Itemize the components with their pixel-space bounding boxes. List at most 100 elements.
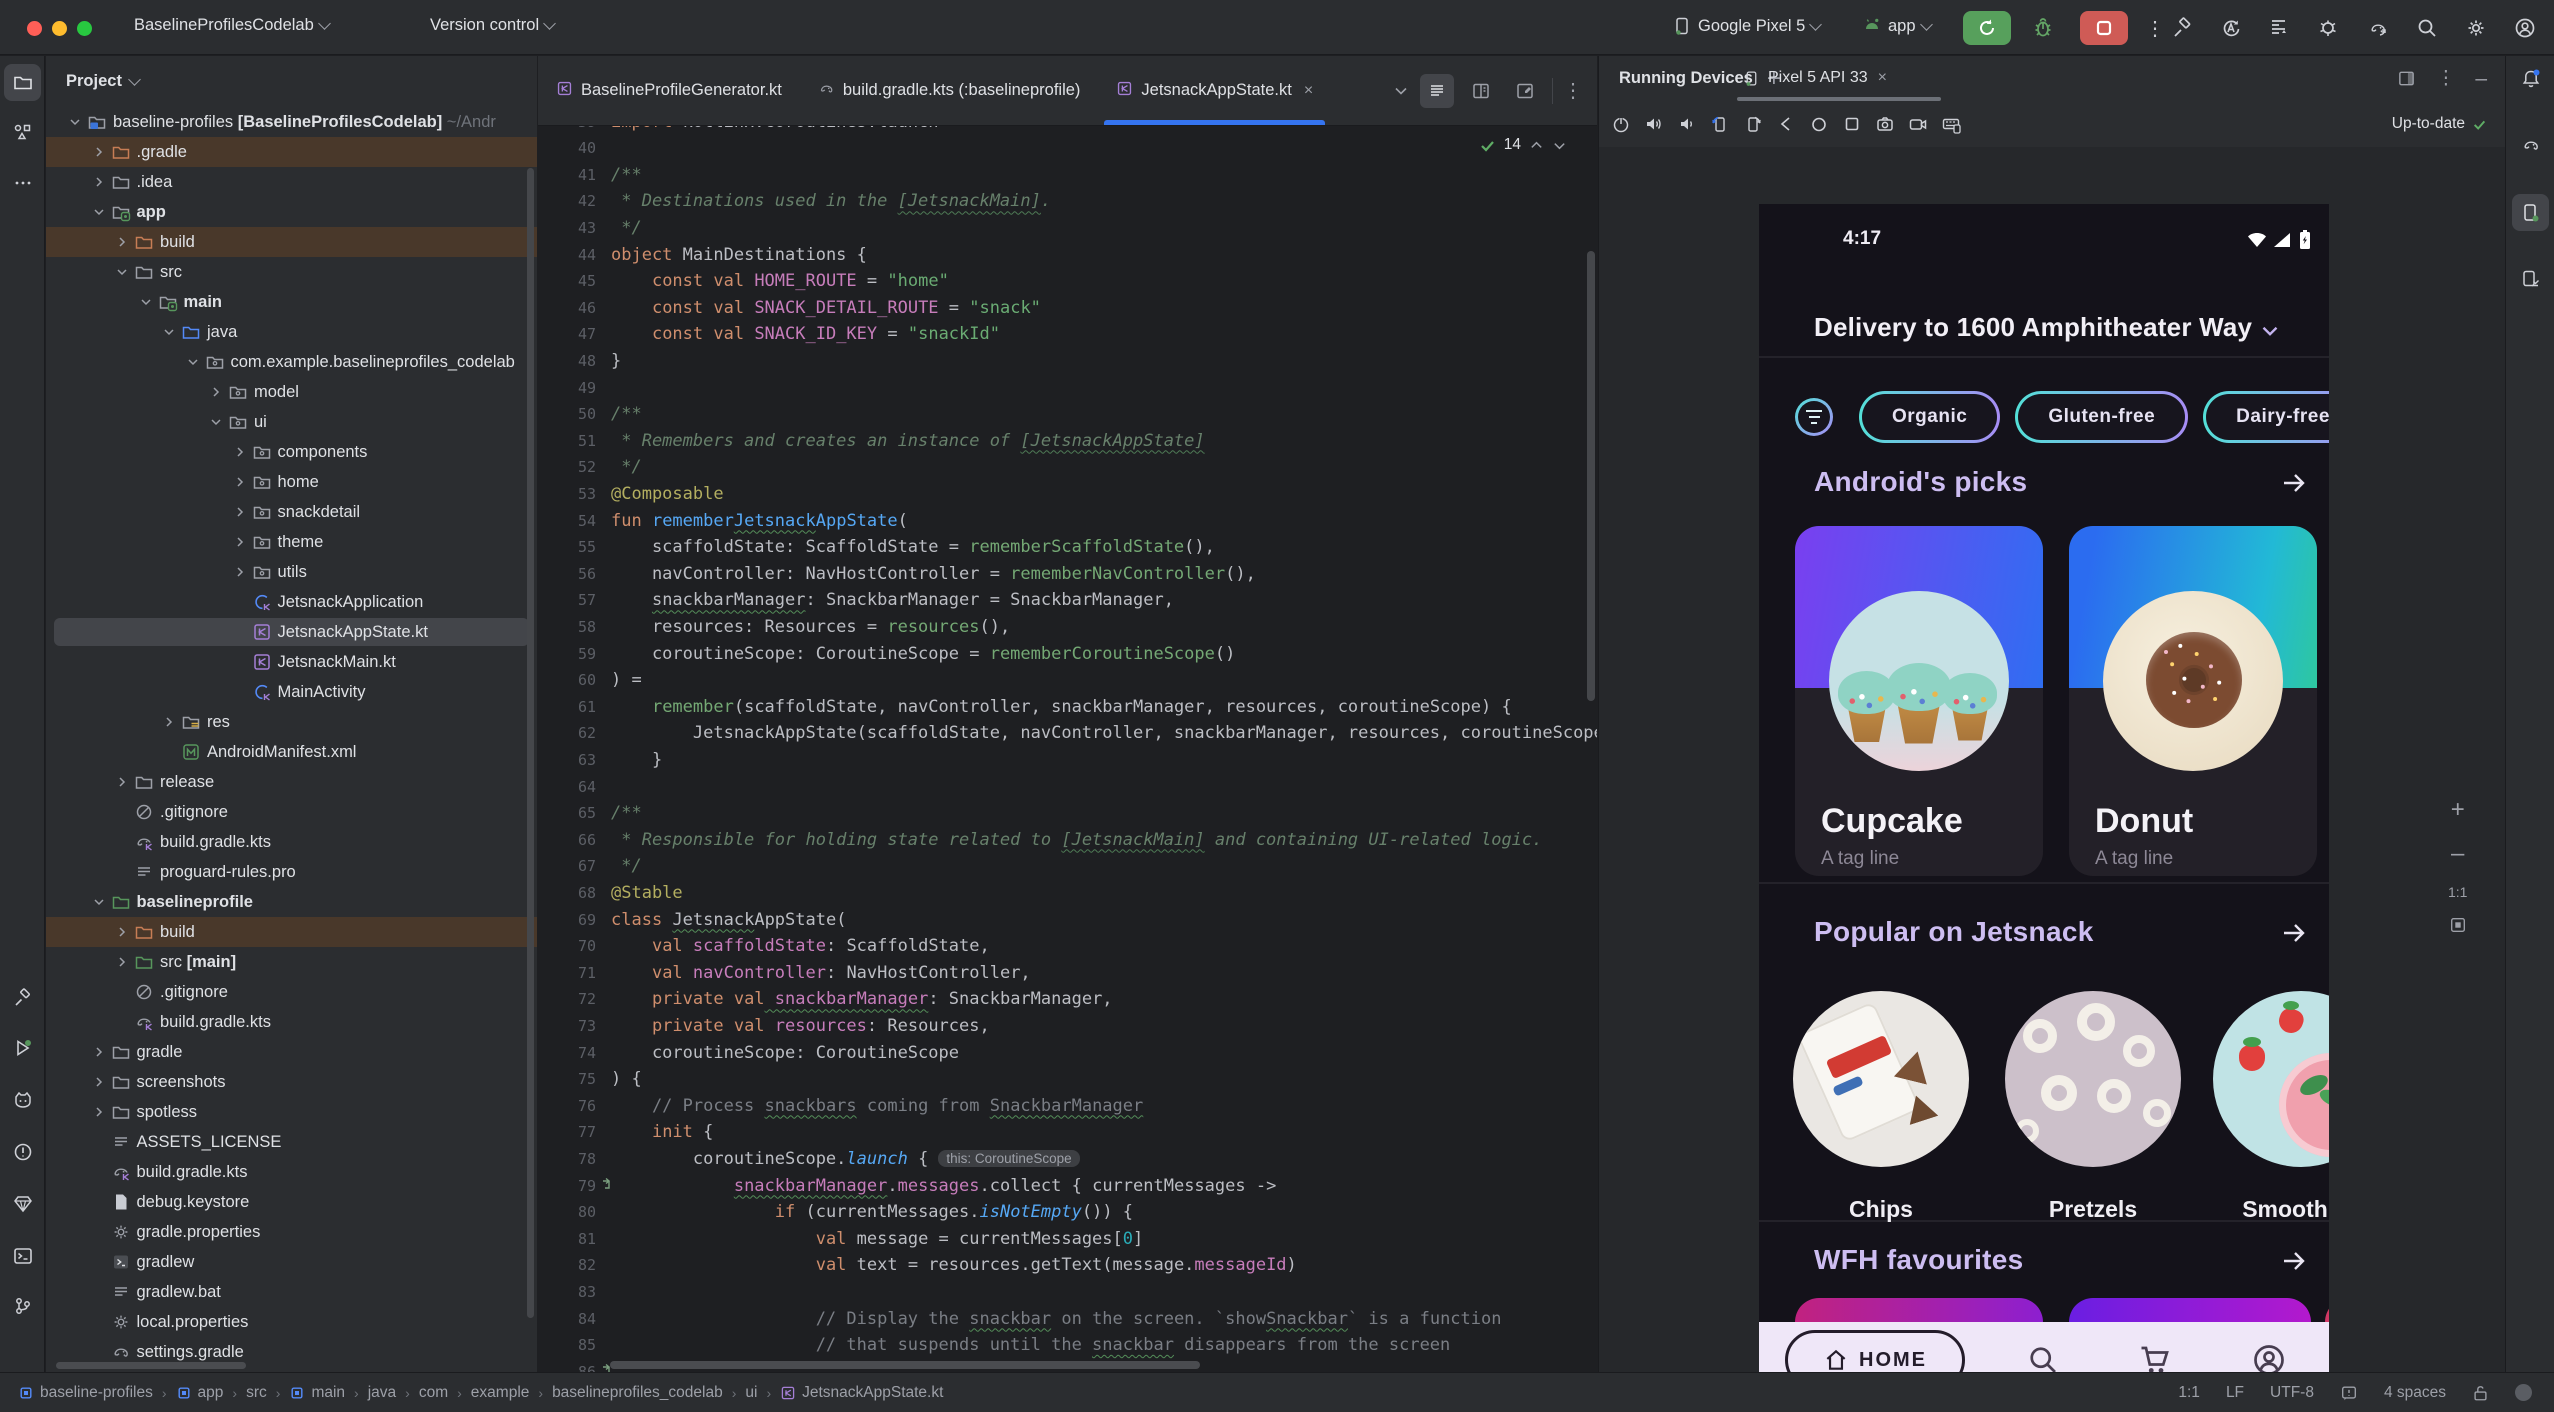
snack-card-Cupcake[interactable]: Cupcake A tag line [1795, 526, 2043, 876]
chevron-collapsed-icon[interactable] [159, 712, 179, 732]
filters-button[interactable] [1795, 398, 1833, 436]
hardware-input-button[interactable] [1935, 108, 1968, 141]
breadcrumb-main[interactable]: main [289, 1384, 345, 1402]
home-button[interactable] [1803, 108, 1836, 141]
run-tool-button[interactable] [4, 1029, 41, 1066]
app-inspection-icon[interactable] [2314, 13, 2344, 43]
breadcrumb-baselineprofiles_codelab[interactable]: baselineprofiles_codelab [552, 1384, 723, 1402]
rotate-left-button[interactable] [1704, 108, 1737, 141]
breadcrumb-app[interactable]: app [176, 1384, 223, 1402]
section-arrow-icon[interactable] [2279, 1246, 2309, 1276]
tree-item-app[interactable]: app [46, 197, 537, 227]
tree-item-build.gradle.kts[interactable]: build.gradle.kts [46, 827, 537, 857]
zoom-fit-icon[interactable] [2449, 916, 2467, 934]
chevron-collapsed-icon[interactable] [230, 532, 250, 552]
next-problem-icon[interactable] [1552, 138, 1567, 153]
notifications-icon[interactable] [2340, 1384, 2358, 1402]
volume-up-button[interactable] [1638, 108, 1671, 141]
zoom-window-button[interactable] [77, 21, 92, 36]
tree-item-src[interactable]: src [main] [46, 947, 537, 977]
tab-list-chevron-icon[interactable] [1392, 82, 1410, 100]
chevron-collapsed-icon[interactable] [89, 1102, 109, 1122]
editor-options-button[interactable]: ⋮ [1563, 78, 1583, 103]
minimize-window-button[interactable] [52, 21, 67, 36]
panel-options-button[interactable]: ⋮ [2436, 67, 2455, 90]
tree-item-local.properties[interactable]: local.properties [46, 1307, 537, 1337]
screenshot-button[interactable] [1869, 108, 1902, 141]
tree-item-JetsnackApplication[interactable]: JetsnackApplication [46, 587, 537, 617]
more-tools-button[interactable] [4, 164, 41, 201]
chevron-expanded-icon[interactable] [206, 412, 226, 432]
breadcrumb-ui[interactable]: ui [745, 1384, 757, 1402]
tree-item-AndroidManifest.xml[interactable]: AndroidManifest.xml [46, 737, 537, 767]
caret-position[interactable]: 1:1 [2178, 1384, 2200, 1402]
chevron-collapsed-icon[interactable] [230, 562, 250, 582]
delivery-address[interactable]: Delivery to 1600 Amphitheater Way [1814, 312, 2252, 343]
chevron-collapsed-icon[interactable] [230, 502, 250, 522]
chevron-collapsed-icon[interactable] [112, 232, 132, 252]
filter-chip-Gluten-free[interactable]: Gluten-free [2015, 391, 2189, 443]
chevron-collapsed-icon[interactable] [230, 442, 250, 462]
project-horizontal-scrollbar[interactable] [56, 1362, 246, 1369]
power-button[interactable] [1605, 108, 1638, 141]
settings-gear-icon[interactable] [2461, 13, 2491, 43]
chevron-collapsed-icon[interactable] [206, 382, 226, 402]
project-vertical-scrollbar[interactable] [527, 168, 534, 1318]
section-arrow-icon[interactable] [2279, 918, 2309, 948]
tree-item-MainActivity[interactable]: MainActivity [46, 677, 537, 707]
chevron-collapsed-icon[interactable] [112, 772, 132, 792]
project-menu[interactable]: BaselineProfilesCodelab [134, 16, 331, 35]
tree-item-.idea[interactable]: .idea [46, 167, 537, 197]
tree-item-gradle.properties[interactable]: gradle.properties [46, 1217, 537, 1247]
terminal-tool-button[interactable] [4, 1237, 41, 1274]
tree-item-baselineprofile[interactable]: baselineprofile [46, 887, 537, 917]
profiler-icon[interactable] [2265, 13, 2295, 43]
zoom-in-button[interactable]: + [2451, 796, 2465, 824]
indent-config[interactable]: 4 spaces [2384, 1384, 2446, 1402]
chevron-collapsed-icon[interactable] [89, 172, 109, 192]
section-arrow-icon[interactable] [2279, 468, 2309, 498]
chevron-expanded-icon[interactable] [112, 262, 132, 282]
phone-screen[interactable]: 4:17 Delivery to 1600 Amphitheater Way O… [1759, 204, 2329, 1412]
chevron-expanded-icon[interactable] [89, 202, 109, 222]
status-indicator-circle[interactable] [2515, 1384, 2532, 1401]
chevron-collapsed-icon[interactable] [89, 1042, 109, 1062]
hide-panel-button[interactable]: – [2475, 67, 2487, 91]
breadcrumb-baseline-profiles[interactable]: baseline-profiles [18, 1384, 153, 1402]
zoom-out-button[interactable]: – [2451, 840, 2464, 868]
tree-item-build[interactable]: build [46, 227, 537, 257]
tree-item-JetsnackAppState.kt[interactable]: JetsnackAppState.kt [46, 617, 537, 647]
tree-item-proguard-rules.pro[interactable]: proguard-rules.pro [46, 857, 537, 887]
device-manager-tool-button[interactable] [2512, 260, 2549, 297]
tree-item-gradlew[interactable]: gradlew [46, 1247, 537, 1277]
chevron-expanded-icon[interactable] [65, 112, 85, 132]
filter-chip-Dairy-free[interactable]: Dairy-free [2203, 391, 2329, 443]
tree-item-build[interactable]: build [46, 917, 537, 947]
profiler-tool-button[interactable] [4, 1081, 41, 1118]
debug-button[interactable] [2028, 13, 2058, 43]
close-window-button[interactable] [27, 21, 42, 36]
breadcrumb-java[interactable]: java [368, 1384, 396, 1402]
breadcrumb-example[interactable]: example [471, 1384, 530, 1402]
profile-avatar-icon[interactable] [2510, 13, 2540, 43]
tree-item-model[interactable]: model [46, 377, 537, 407]
editor-tab-BaselineProfileGenerator.kt[interactable]: BaselineProfileGenerator.kt [538, 56, 800, 125]
chevron-collapsed-icon[interactable] [112, 922, 132, 942]
prev-problem-icon[interactable] [1529, 138, 1544, 153]
chevron-expanded-icon[interactable] [159, 322, 179, 342]
tree-item-main[interactable]: main [46, 287, 537, 317]
breadcrumb-com[interactable]: com [419, 1384, 448, 1402]
tree-item-.gitignore[interactable]: .gitignore [46, 977, 537, 1007]
build-hammer-icon[interactable] [2167, 13, 2197, 43]
filter-chip-Organic[interactable]: Organic [1859, 391, 2001, 443]
overview-button[interactable] [1836, 108, 1869, 141]
design-view-button[interactable] [1508, 74, 1542, 108]
tree-item-debug.keystore[interactable]: debug.keystore [46, 1187, 537, 1217]
tree-item-JetsnackMain.kt[interactable]: JetsnackMain.kt [46, 647, 537, 677]
chevron-expanded-icon[interactable] [136, 292, 156, 312]
editor-horizontal-scrollbar[interactable] [610, 1361, 1200, 1369]
back-button[interactable] [1770, 108, 1803, 141]
screen-record-button[interactable] [1902, 108, 1935, 141]
tree-item-gradle[interactable]: gradle [46, 1037, 537, 1067]
notifications-button[interactable] [2512, 60, 2549, 97]
